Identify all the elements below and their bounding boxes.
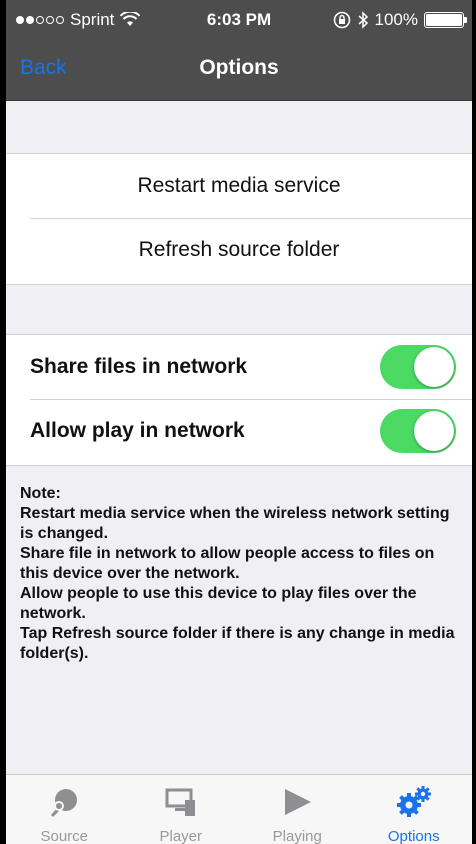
- battery-percent: 100%: [374, 10, 418, 29]
- share-files-label: Share files in network: [30, 355, 248, 378]
- options-screen: Sprint 6:03 PM 100% Back Options Restart…: [6, 0, 472, 844]
- note-line: Allow people to use this device to play …: [20, 585, 417, 622]
- tab-playing-label: Playing: [272, 828, 322, 844]
- allow-play-label: Allow play in network: [30, 419, 245, 442]
- orientation-lock-icon: [333, 11, 350, 29]
- play-icon: [285, 789, 312, 815]
- note-line: Tap Refresh source folder if there is an…: [20, 625, 455, 662]
- source-icon: [51, 789, 78, 817]
- note-text: Note: Restart media service when the wir…: [20, 484, 460, 664]
- note-line: Share file in network to allow people ac…: [20, 545, 435, 582]
- refresh-source-folder-button[interactable]: Refresh source folder: [6, 218, 472, 282]
- bluetooth-icon: [358, 11, 368, 29]
- allow-play-toggle[interactable]: [380, 409, 456, 453]
- allow-play-row: Allow play in network: [6, 399, 472, 463]
- note-heading: Note:: [20, 485, 61, 502]
- status-bar: Sprint 6:03 PM 100%: [6, 0, 472, 42]
- restart-media-service-label: Restart media service: [137, 174, 341, 197]
- tab-source[interactable]: Source: [6, 775, 123, 844]
- gears-icon: [396, 786, 431, 817]
- tab-bar: Source Player Playing Options: [6, 774, 472, 844]
- status-right: 100%: [333, 10, 467, 30]
- tab-source-label: Source: [40, 828, 89, 844]
- tab-player-label: Player: [159, 828, 203, 844]
- share-files-toggle[interactable]: [380, 345, 456, 389]
- tab-playing[interactable]: Playing: [239, 775, 356, 844]
- share-files-row: Share files in network: [6, 335, 472, 399]
- navigation-bar: Back Options: [6, 42, 472, 101]
- tab-player[interactable]: Player: [123, 775, 240, 844]
- actions-group: Restart media service Refresh source fol…: [6, 153, 472, 285]
- page-title: Options: [199, 56, 279, 79]
- restart-media-service-button[interactable]: Restart media service: [6, 154, 472, 218]
- tab-options[interactable]: Options: [356, 775, 473, 844]
- tab-options-label: Options: [387, 828, 440, 844]
- network-settings-group: Share files in network Allow play in net…: [6, 334, 472, 466]
- battery-icon: [424, 12, 467, 28]
- player-icon: [165, 788, 195, 816]
- refresh-source-folder-label: Refresh source folder: [138, 238, 340, 261]
- note-line: Restart media service when the wireless …: [20, 505, 450, 542]
